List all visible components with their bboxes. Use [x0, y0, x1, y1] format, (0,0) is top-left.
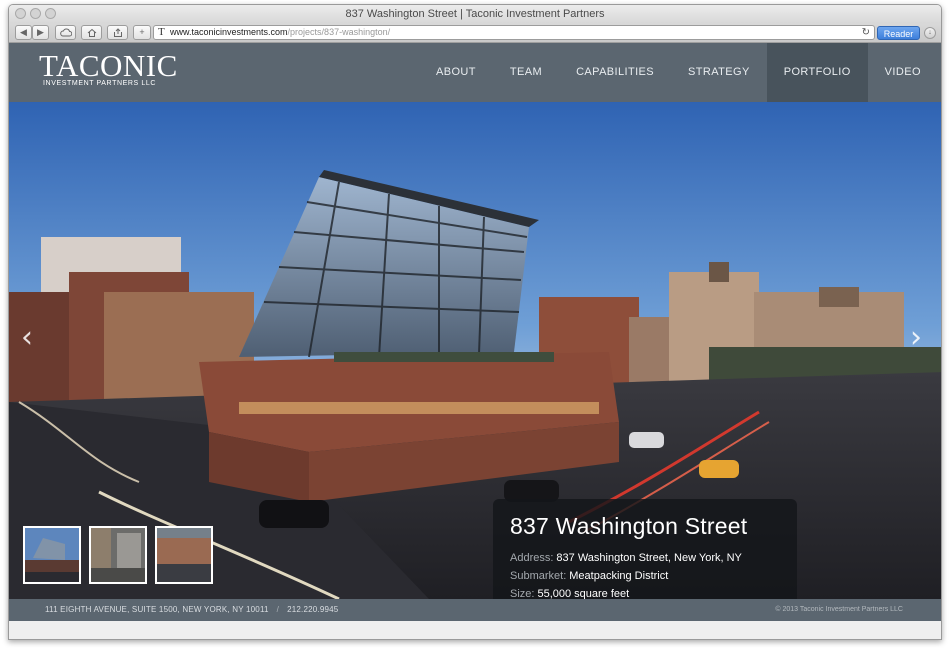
reader-button[interactable]: Reader [877, 26, 920, 40]
address-value: 837 Washington Street, New York, NY [556, 552, 742, 564]
thumbnail-image [91, 528, 145, 582]
minimize-window-button[interactable] [30, 8, 41, 19]
property-size-row: Size: 55,000 square feet [510, 585, 797, 599]
url-domain: www.taconicinvestments.com [170, 27, 288, 37]
add-bookmark-button[interactable]: + [133, 25, 151, 40]
nav-capabilities[interactable]: CAPABILITIES [559, 43, 671, 102]
nav-portfolio[interactable]: PORTFOLIO [766, 43, 868, 102]
cloud-icon [59, 28, 72, 37]
zoom-window-button[interactable] [45, 8, 56, 19]
slide-thumbnail[interactable] [23, 526, 81, 584]
size-value: 55,000 square feet [537, 588, 630, 599]
download-button[interactable]: ↓ [924, 27, 936, 39]
download-icon: ↓ [928, 29, 932, 36]
icloud-tabs-button[interactable] [55, 25, 76, 40]
url-path: /projects/837-washington/ [287, 27, 391, 37]
property-submarket-row: Submarket: Meatpacking District [510, 567, 797, 585]
page-bottom-area [9, 621, 941, 639]
prev-slide-arrow-icon[interactable]: ‹ [21, 320, 33, 355]
forward-button[interactable]: ▶ [32, 25, 49, 40]
main-nav: ABOUT TEAM CAPABILITIES STRATEGY PORTFOL… [419, 43, 938, 102]
footer-copyright: © 2013 Taconic Investment Partners LLC [775, 606, 903, 613]
thumbnail-image [25, 528, 79, 582]
footer-address: 111 EIGHTH AVENUE, SUITE 1500, NEW YORK,… [45, 605, 269, 614]
site-footer: 111 EIGHTH AVENUE, SUITE 1500, NEW YORK,… [9, 599, 941, 621]
footer-phone: 212.220.9945 [287, 605, 339, 614]
nav-about[interactable]: ABOUT [419, 43, 493, 102]
submarket-label: Submarket: [510, 570, 567, 582]
reload-icon[interactable]: ↻ [862, 26, 870, 39]
browser-toolbar: ◀ ▶ + T www.taconicinvestments.com/proje… [9, 23, 941, 43]
browser-window: 837 Washington Street | Taconic Investme… [8, 4, 942, 640]
address-label: Address: [510, 552, 554, 564]
site-header: TACONIC INVESTMENT PARTNERS LLC ABOUT TE… [9, 43, 941, 102]
share-icon [113, 28, 122, 37]
close-window-button[interactable] [15, 8, 26, 19]
forward-arrow-icon: ▶ [37, 27, 44, 37]
property-title: 837 Washington Street [510, 513, 748, 539]
slide-thumbnail[interactable] [89, 526, 147, 584]
property-address-row: Address: 837 Washington Street, New York,… [510, 549, 797, 567]
submarket-value: Meatpacking District [569, 570, 669, 582]
size-label: Size: [510, 588, 535, 599]
slide-thumbnail[interactable] [155, 526, 213, 584]
footer-contact: 111 EIGHTH AVENUE, SUITE 1500, NEW YORK,… [45, 599, 338, 621]
address-bar[interactable]: T www.taconicinvestments.com/projects/83… [153, 25, 875, 40]
back-arrow-icon: ◀ [20, 27, 27, 37]
add-bookmark-icon: + [139, 27, 145, 37]
next-slide-arrow-icon[interactable]: › [910, 320, 922, 355]
back-button[interactable]: ◀ [15, 25, 32, 40]
hero-slideshow: ‹ › 837 Washington Street Address: 837 W… [9, 102, 941, 599]
home-button[interactable] [81, 25, 102, 40]
title-bar: 837 Washington Street | Taconic Investme… [9, 5, 941, 23]
property-info-panel: 837 Washington Street Address: 837 Washin… [493, 499, 797, 599]
share-button[interactable] [107, 25, 128, 40]
nav-strategy[interactable]: STRATEGY [671, 43, 767, 102]
nav-video[interactable]: VIDEO [868, 43, 938, 102]
thumbnail-image [157, 528, 211, 582]
taconic-logo[interactable]: TACONIC INVESTMENT PARTNERS LLC [39, 48, 178, 87]
footer-separator: / [276, 605, 280, 614]
nav-team[interactable]: TEAM [493, 43, 559, 102]
logo-wordmark: TACONIC [39, 48, 178, 83]
home-icon [87, 28, 96, 37]
window-title: 837 Washington Street | Taconic Investme… [345, 8, 605, 20]
site-favicon-icon: T [158, 26, 165, 38]
hero-photo [9, 102, 941, 599]
